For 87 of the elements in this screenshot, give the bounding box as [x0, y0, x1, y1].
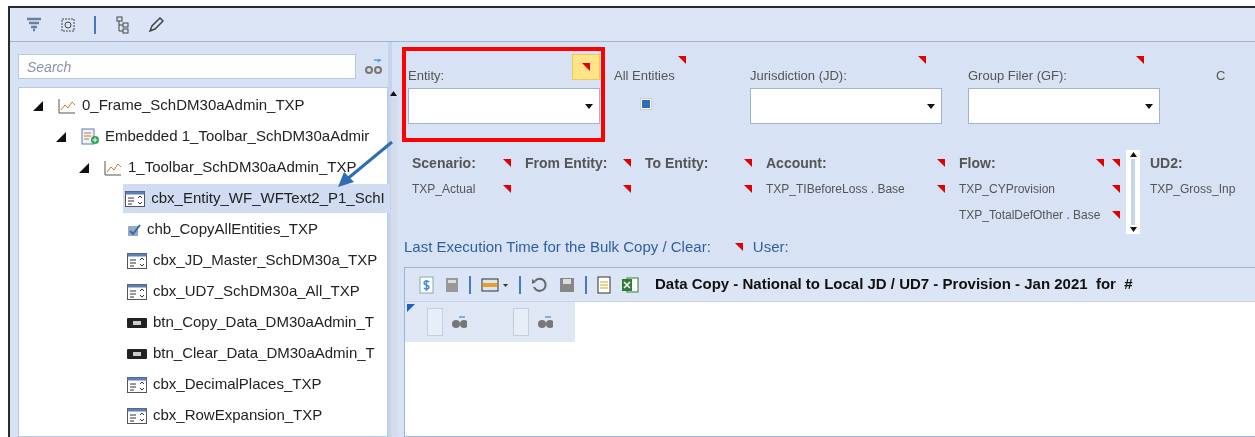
corner-flag-icon: [744, 159, 752, 167]
tree-item[interactable]: 0_Frame_SchDM30aAdmin_TXP: [56, 91, 309, 120]
corner-flag-icon: [503, 185, 511, 193]
filter-field[interactable]: [513, 308, 530, 336]
ok-button-icon: [127, 317, 147, 328]
dropdown-arrow-icon: [585, 103, 593, 109]
tree-icon[interactable]: [114, 15, 130, 34]
combobox-icon: [127, 283, 147, 300]
document-plus-icon: [81, 127, 99, 146]
corner-flag-icon: [582, 63, 590, 71]
corner-flag-icon: [918, 56, 926, 64]
field-label: Entity:: [408, 67, 445, 85]
combobox-icon: [127, 252, 147, 269]
select-icon[interactable]: [60, 16, 76, 33]
tree-item[interactable]: cbx_JD_Master_SchDM30a_TXP: [125, 246, 382, 275]
filter-icon[interactable]: [26, 16, 42, 33]
tree-item[interactable]: cbx_Entity_WF_WFText2_P1_SchI: [123, 184, 391, 213]
field-label: Jurisdiction (JD):: [750, 67, 847, 85]
grid-title: Data Copy - National to Local JD / UD7 - Provision - Jan 2021 for #: [655, 274, 1133, 295]
corner-mark-icon: [407, 304, 415, 312]
tree-item[interactable]: btn_Copy_Data_DM30aAdmin_T: [125, 308, 378, 337]
binoculars-icon[interactable]: [451, 315, 467, 329]
tree-item[interactable]: cbx_DecimalPlaces_TXP: [125, 370, 326, 399]
dollar-document-icon[interactable]: [419, 275, 435, 294]
parameter-value: TXP_TotalDefOther . Base: [959, 207, 1101, 224]
binoculars-icon[interactable]: [364, 58, 384, 75]
parameter-label: Scenario:: [412, 153, 476, 173]
checkbox-label: All Entities: [614, 67, 676, 85]
corner-flag-icon: [744, 185, 752, 193]
dropdown[interactable]: [750, 88, 942, 124]
tree-item[interactable]: btn_Clear_Data_DM30aAdmin_T: [125, 339, 379, 368]
dropdown-arrow-icon: [927, 103, 935, 109]
tree-item[interactable]: chb_CopyAllEntities_TXP: [125, 215, 322, 244]
table-rows-icon[interactable]: [481, 277, 509, 292]
combobox-icon: [125, 190, 146, 207]
corner-flag-icon: [1112, 185, 1120, 193]
parameter-value: TXP_Gross_Inp: [1150, 181, 1236, 198]
field-label: Group Filer (GF):: [968, 67, 1067, 85]
parameter-label: From Entity:: [525, 153, 608, 173]
parameter-value: TXP_TIBeforeLoss . Base: [766, 181, 905, 198]
corner-flag-icon: [734, 243, 743, 251]
checkbox-icon: [127, 222, 141, 237]
pencil-icon[interactable]: [148, 16, 164, 33]
calculator-icon[interactable]: [445, 276, 459, 293]
scroll-down-icon[interactable]: [1129, 227, 1137, 232]
dropdown[interactable]: [408, 88, 600, 124]
search-field[interactable]: Search: [18, 54, 356, 79]
field-label: C: [1216, 67, 1226, 85]
corner-flag-icon: [1136, 56, 1144, 64]
binoculars-icon[interactable]: [537, 315, 553, 329]
scroll-up-icon[interactable]: [390, 91, 398, 96]
save-icon[interactable]: [559, 276, 575, 293]
parameter-value: TXP_CYProvision: [959, 181, 1056, 198]
combobox-icon: [127, 376, 147, 393]
tree-item[interactable]: Embedded 1_Toolbar_SchDM30aAdmir: [79, 122, 374, 151]
filter-field[interactable]: [427, 308, 444, 336]
execution-time-label: Last Execution Time for the Bulk Copy / Clear:: [404, 236, 711, 257]
corner-flag-icon: [678, 56, 686, 64]
parameter-label: UD2:: [1150, 153, 1183, 173]
scroll-up-icon[interactable]: [1129, 152, 1137, 157]
document-icon[interactable]: [597, 275, 611, 294]
corner-flag-icon: [937, 185, 945, 193]
parameter-value: TXP_Actual: [412, 181, 476, 198]
flag-button[interactable]: [572, 54, 600, 80]
scrollbar[interactable]: [1126, 150, 1140, 234]
parameter-label: Account:: [766, 153, 827, 173]
ok-button-icon: [127, 348, 147, 359]
dropdown[interactable]: [968, 88, 1160, 124]
corner-flag-icon: [623, 185, 631, 193]
combobox-icon: [127, 407, 147, 424]
corner-flag-icon: [937, 159, 945, 167]
corner-flag-icon: [623, 159, 631, 167]
scrollbar[interactable]: [390, 88, 398, 436]
spreadsheet-icon[interactable]: [621, 275, 639, 294]
parameter-label: Flow:: [959, 153, 996, 173]
chart-icon: [58, 97, 76, 114]
corner-flag-icon: [503, 159, 511, 167]
corner-flag-icon: [1112, 211, 1120, 219]
dropdown-arrow-icon: [1145, 103, 1153, 109]
tree-item[interactable]: cbx_RowExpansion_TXP: [125, 401, 327, 430]
refresh-icon[interactable]: [531, 275, 549, 294]
chart-icon: [104, 159, 122, 176]
tree-item[interactable]: 1_Toolbar_SchDM30aAdmin_TXP: [102, 153, 361, 182]
tree-item[interactable]: cbx_UD7_SchDM30a_All_TXP: [125, 277, 364, 306]
user-label: User:: [752, 236, 789, 257]
parameter-label: To Entity:: [645, 153, 709, 173]
checkbox[interactable]: [640, 98, 652, 110]
